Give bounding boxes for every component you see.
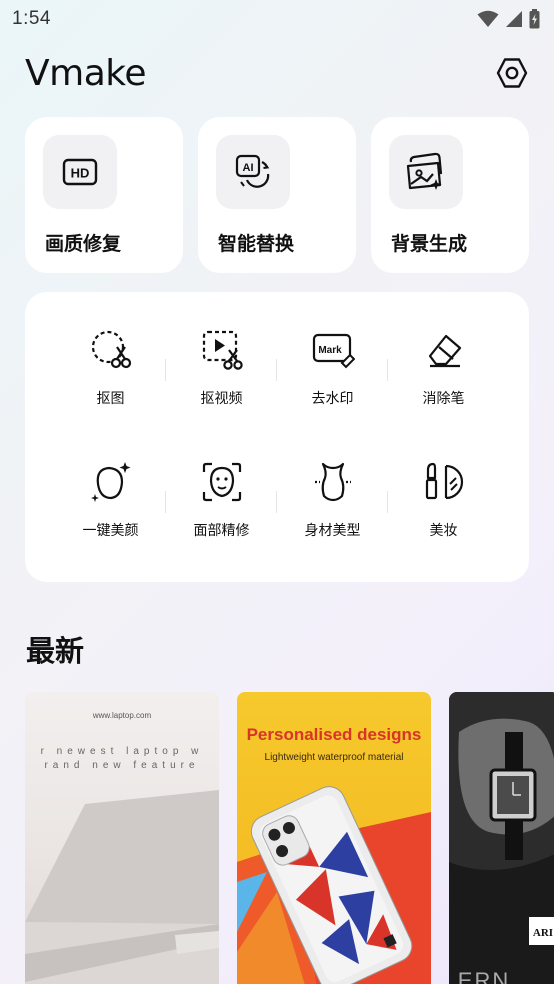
watch-image: ARI ERN — [449, 692, 554, 984]
laptop-line1: r newest laptop w — [41, 746, 204, 757]
tool-row: 一键美颜 面部精修 身材美型 美妆 — [25, 460, 529, 570]
feature-icon-box — [389, 135, 463, 209]
laptop-line2: rand new feature — [44, 760, 199, 771]
status-bar: 1:54 — [0, 0, 554, 38]
tool-label: 抠视频 — [200, 391, 243, 407]
tool-label: 美妆 — [429, 523, 458, 539]
watch-badge: ARI — [533, 927, 553, 939]
feature-label: 智能替换 — [218, 233, 295, 255]
svg-text:Mark: Mark — [318, 345, 342, 356]
watermark-remove-icon: Mark — [312, 333, 355, 369]
eraser-icon — [428, 334, 461, 368]
watch-bottom-text: ERN — [458, 968, 510, 984]
status-time: 1:54 — [12, 8, 51, 29]
feature-label: 画质修复 — [45, 233, 122, 255]
settings-button[interactable] — [494, 55, 530, 91]
tool-label: 去水印 — [311, 391, 354, 407]
laptop-thumbnail[interactable]: www.laptop.com r newest laptop w rand ne… — [25, 692, 219, 984]
feature-label: 背景生成 — [391, 233, 468, 255]
tools-panel: 抠图 抠视频 Mark 去水印 消除笔 一键美颜 面部精修 身材美型 美妆 — [25, 292, 529, 582]
wifi-icon — [477, 10, 499, 27]
tool-eraser[interactable]: 消除笔 — [388, 328, 499, 438]
app-header: Vmake — [25, 50, 530, 96]
tool-face-refine[interactable]: 面部精修 — [166, 460, 277, 570]
laptop-image: www.laptop.com r newest laptop w rand ne… — [25, 711, 219, 984]
tool-video-cutout[interactable]: 抠视频 — [166, 328, 277, 438]
body-shape-icon — [314, 462, 351, 502]
svg-text:AI: AI — [243, 162, 254, 174]
status-icons — [477, 9, 540, 29]
tool-cutout[interactable]: 抠图 — [55, 328, 166, 438]
recent-section-title: 最新 — [26, 634, 85, 668]
feature-card-bg-generate[interactable]: 背景生成 — [371, 117, 529, 273]
phone-headline: Personalised designs — [247, 725, 422, 744]
feature-card-hd-repair[interactable]: HD 画质修复 — [25, 117, 183, 273]
cutout-scissors-icon — [91, 330, 131, 369]
hd-icon: HD — [62, 158, 98, 186]
tool-watermark-remove[interactable]: Mark 去水印 — [277, 328, 388, 438]
svg-text:HD: HD — [71, 166, 90, 181]
app-title: Vmake — [25, 52, 146, 94]
tool-makeup[interactable]: 美妆 — [388, 460, 499, 570]
tool-face-beauty[interactable]: 一键美颜 — [55, 460, 166, 570]
battery-icon — [529, 9, 540, 29]
tool-row: 抠图 抠视频 Mark 去水印 消除笔 — [25, 328, 529, 438]
face-beauty-icon — [90, 462, 130, 502]
feature-card-ai-replace[interactable]: AI 智能替换 — [198, 117, 356, 273]
feature-icon-box: HD — [43, 135, 117, 209]
laptop-url-text: www.laptop.com — [92, 711, 152, 720]
recent-thumbnails: www.laptop.com r newest laptop w rand ne… — [25, 692, 554, 984]
phone-case-image: Personalised designs Lightweight waterpr… — [237, 725, 431, 984]
tool-label: 面部精修 — [193, 523, 250, 539]
tool-label: 一键美颜 — [82, 523, 139, 539]
hexagon-settings-icon — [496, 58, 528, 88]
face-refine-icon — [202, 462, 241, 502]
feature-cards: HD 画质修复 AI 智能替换 背景生成 — [25, 117, 529, 273]
signal-icon — [506, 11, 522, 27]
phone-subline: Lightweight waterproof material — [265, 752, 404, 763]
watch-thumbnail[interactable]: ARI ERN — [449, 692, 554, 984]
makeup-icon — [425, 462, 463, 500]
image-generate-icon — [406, 152, 443, 190]
tool-label: 身材美型 — [304, 523, 361, 539]
video-cutout-icon — [202, 330, 243, 370]
tool-body-shape[interactable]: 身材美型 — [277, 460, 388, 570]
ai-replace-icon: AI — [235, 154, 270, 188]
tool-label: 消除笔 — [422, 391, 465, 407]
phone-case-thumbnail[interactable]: Personalised designs Lightweight waterpr… — [237, 692, 431, 984]
feature-icon-box: AI — [216, 135, 290, 209]
tool-label: 抠图 — [96, 391, 125, 407]
